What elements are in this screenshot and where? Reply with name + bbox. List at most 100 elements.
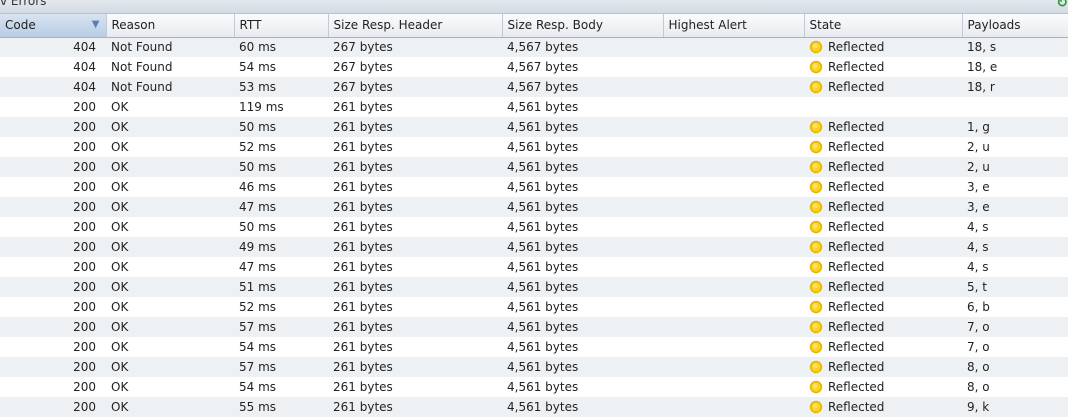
cell-rtt: 57 ms [234,317,328,337]
table-row[interactable]: 200 OK 119 ms 261 bytes 4,561 bytes [0,97,1068,117]
cell-size-resp-header: 261 bytes [328,397,502,417]
cell-code: 200 [0,357,106,377]
column-header-code[interactable]: Code ▼ [0,14,107,38]
sun-icon [809,220,823,234]
cell-size-resp-header: 261 bytes [328,117,502,137]
cell-highest-alert [663,117,804,137]
table-row[interactable]: 200 OK 54 ms 261 bytes 4,561 bytes Reflected 8… [0,377,1068,397]
cell-payloads: 2, u [962,157,1068,177]
table-row[interactable]: 200 OK 50 ms 261 bytes 4,561 bytes Reflected 2… [0,157,1068,177]
sun-icon [809,140,823,154]
cell-size-resp-body: 4,561 bytes [502,277,663,297]
state-label: Reflected [828,140,885,154]
table-row[interactable]: 200 OK 52 ms 261 bytes 4,561 bytes Reflected 2… [0,137,1068,157]
cell-code: 404 [0,37,106,57]
cell-highest-alert [663,217,804,237]
column-header-state[interactable]: State [804,14,963,38]
table-row[interactable]: 404 Not Found 60 ms 267 bytes 4,567 bytes Ref… [0,37,1068,57]
cell-state: Reflected [804,337,962,357]
cell-rtt: 49 ms [234,237,328,257]
cell-rtt: 52 ms [239,300,277,314]
cell-size-resp-body: 4,567 bytes [502,37,663,57]
cell-code: 404 [73,60,96,74]
cell-state: Reflected [804,197,962,217]
cell-size-resp-header: 261 bytes [328,237,502,257]
sun-icon [809,80,823,94]
column-header-rtt[interactable]: RTT [234,14,329,38]
cell-size-resp-header: 261 bytes [333,340,393,354]
table-row[interactable]: 200 OK 47 ms 261 bytes 4,561 bytes Reflected 3… [0,197,1068,217]
cell-highest-alert [663,317,804,337]
cell-rtt: 50 ms [234,157,328,177]
table-row[interactable]: 200 OK 50 ms 261 bytes 4,561 bytes Reflected 1… [0,117,1068,137]
column-header-reason[interactable]: Reason [106,14,235,38]
cell-size-resp-body: 4,561 bytes [502,197,663,217]
table-row[interactable]: 200 OK 50 ms 261 bytes 4,561 bytes Reflected 4… [0,217,1068,237]
table-row[interactable]: 200 OK 47 ms 261 bytes 4,561 bytes Reflected 4… [0,257,1068,277]
cell-code: 200 [73,140,96,154]
cell-payloads: 4, s [967,260,989,274]
cell-code: 200 [73,180,96,194]
cell-reason: OK [106,157,234,177]
state-label: Reflected [828,360,885,374]
cell-rtt: 54 ms [239,60,277,74]
table-row[interactable]: 200 OK 57 ms 261 bytes 4,561 bytes Reflected 7… [0,317,1068,337]
cell-code: 200 [0,117,106,137]
cell-payloads: 18, s [962,37,1068,57]
table-row[interactable]: 404 Not Found 54 ms 267 bytes 4,567 bytes Ref… [0,57,1068,77]
cell-rtt: 47 ms [239,260,277,274]
cell-size-resp-header: 261 bytes [333,100,393,114]
cell-highest-alert [663,37,804,57]
state-label: Reflected [828,60,885,74]
sort-descending-icon: ▼ [91,19,100,30]
cell-payloads: 3, e [967,180,990,194]
cell-code: 200 [0,197,106,217]
cell-size-resp-body: 4,561 bytes [507,260,579,274]
cell-code: 200 [0,277,106,297]
column-header-payloads[interactable]: Payloads [962,14,1068,38]
table-row[interactable]: 200 OK 51 ms 261 bytes 4,561 bytes Reflected 5… [0,277,1068,297]
cell-payloads: 2, u [967,140,990,154]
table-row[interactable]: 404 Not Found 53 ms 267 bytes 4,567 bytes Ref… [0,77,1068,97]
table-row[interactable]: 200 OK 52 ms 261 bytes 4,561 bytes Reflected 6… [0,297,1068,317]
cell-code: 404 [0,77,106,97]
column-header-size-resp-header[interactable]: Size Resp. Header [328,14,503,38]
cell-rtt: 47 ms [234,197,328,217]
cell-payloads: 8, o [962,357,1068,377]
cell-reason: OK [106,117,234,137]
sun-icon [809,120,823,134]
cell-highest-alert [663,77,804,97]
cell-state: Reflected [804,57,962,77]
cell-highest-alert [663,377,804,397]
cell-state: Reflected [804,237,962,257]
cell-payloads: 3, e [962,197,1068,217]
sun-icon [809,60,823,74]
sun-icon [809,360,823,374]
cell-reason: OK [111,220,129,234]
cell-reason: OK [106,237,234,257]
cell-rtt: 55 ms [234,397,328,417]
cell-rtt: 54 ms [239,380,277,394]
panel-title: v Errors [0,0,47,8]
cell-reason: Not Found [106,37,234,57]
state-label: Reflected [828,400,885,414]
table-row[interactable]: 200 OK 46 ms 261 bytes 4,561 bytes Reflected 3… [0,177,1068,197]
refresh-icon[interactable]: ↻ [1056,0,1068,11]
table-row[interactable]: 200 OK 57 ms 261 bytes 4,561 bytes Reflected 8… [0,357,1068,377]
table-row[interactable]: 200 OK 49 ms 261 bytes 4,561 bytes Reflected 4… [0,237,1068,257]
cell-rtt: 54 ms [239,340,277,354]
column-header-highest-alert[interactable]: Highest Alert [663,14,805,38]
state-label: Reflected [828,120,885,134]
cell-highest-alert [663,57,804,77]
sun-icon [809,380,823,394]
column-header-size-resp-body[interactable]: Size Resp. Body [502,14,664,38]
column-header-label: Code [5,18,36,33]
cell-state: Reflected [804,157,962,177]
cell-reason: OK [111,100,129,114]
cell-state: Reflected [804,317,962,337]
sun-icon [809,200,823,214]
cell-size-resp-header: 261 bytes [333,140,393,154]
cell-reason: OK [111,180,129,194]
table-row[interactable]: 200 OK 54 ms 261 bytes 4,561 bytes Reflected 7… [0,337,1068,357]
table-row[interactable]: 200 OK 55 ms 261 bytes 4,561 bytes Reflected 9… [0,397,1068,417]
